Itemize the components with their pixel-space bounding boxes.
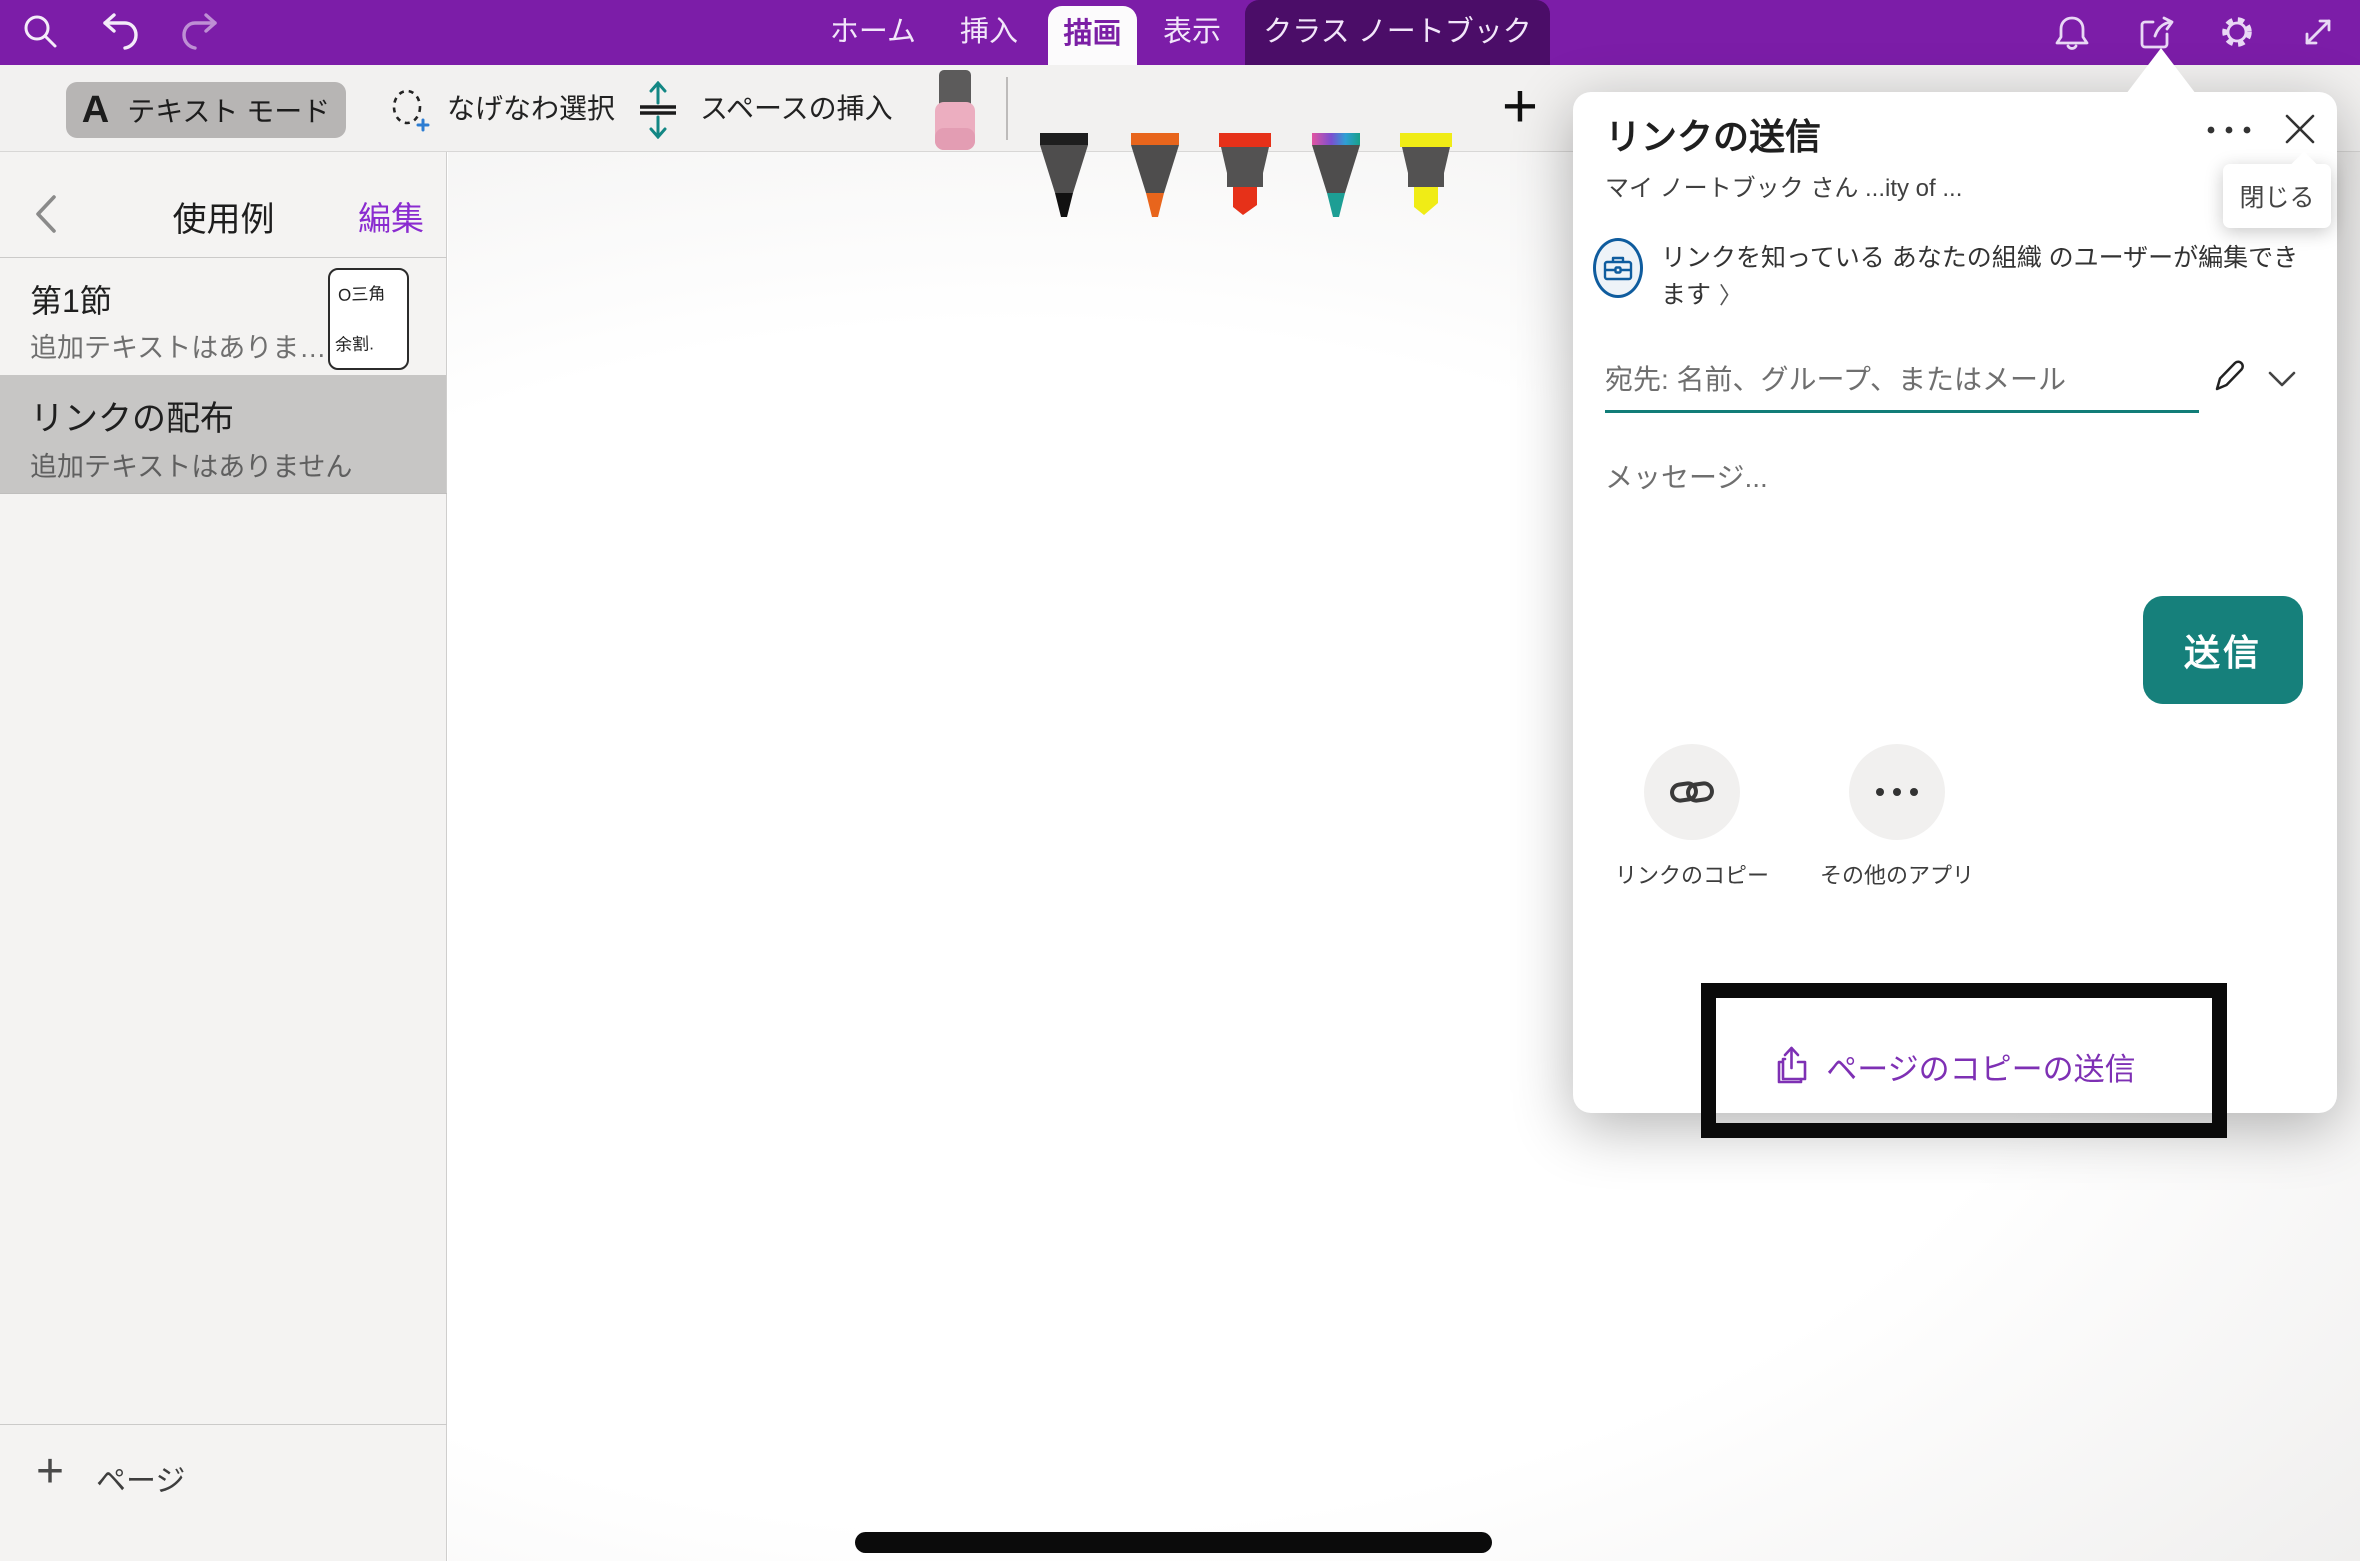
more-apps-button[interactable] bbox=[1849, 744, 1945, 840]
add-page-label: ページ bbox=[96, 1456, 185, 1500]
pencil-edit-icon[interactable] bbox=[2209, 356, 2247, 396]
undo-icon[interactable] bbox=[98, 10, 142, 54]
text-mode-button[interactable]: A テキスト モード bbox=[66, 82, 346, 138]
tab-home[interactable]: ホーム bbox=[820, 0, 926, 65]
add-pen-button[interactable]: + bbox=[1490, 79, 1550, 139]
permission-text: リンクを知っている あなたの組織 のユーザーが編集できます bbox=[1661, 244, 2298, 309]
thumbnail-handwriting: 余割. bbox=[335, 329, 375, 355]
page-title: リンクの配布 bbox=[30, 391, 234, 440]
chevron-right-icon: 〉 bbox=[1719, 282, 1742, 308]
red-marker-icon[interactable] bbox=[1217, 133, 1273, 217]
send-button[interactable]: 送信 bbox=[2143, 596, 2303, 704]
orange-pen-icon[interactable] bbox=[1127, 133, 1183, 217]
link-permission-setting[interactable]: リンクを知っている あなたの組織 のユーザーが編集できます〉 bbox=[1661, 240, 2313, 314]
galaxy-pen-icon[interactable] bbox=[1308, 133, 1364, 217]
eraser-tool-icon[interactable] bbox=[926, 69, 982, 153]
page-list-sidebar: 使用例 編集 第1節 追加テキストはありま… O三角 余割. リンクの配布 追加… bbox=[0, 152, 447, 1561]
insert-space-label[interactable]: スペースの挿入 bbox=[700, 65, 893, 152]
link-icon bbox=[1669, 774, 1715, 810]
add-page-button[interactable]: + ページ bbox=[0, 1442, 447, 1512]
black-pen-icon[interactable] bbox=[1036, 133, 1092, 217]
message-input[interactable] bbox=[1605, 456, 2125, 500]
more-apps-label: その他のアプリ bbox=[1797, 858, 1997, 890]
divider bbox=[0, 1424, 447, 1425]
page-title: 第1節 bbox=[30, 276, 112, 322]
home-indicator-bar[interactable] bbox=[855, 1532, 1492, 1553]
edit-pages-button[interactable]: 編集 bbox=[358, 192, 424, 240]
fullscreen-expand-icon[interactable] bbox=[2298, 10, 2338, 54]
page-subtitle: 追加テキストはありま… bbox=[30, 326, 326, 365]
page-subtitle: 追加テキストはありません bbox=[30, 445, 352, 484]
send-page-copy-label: ページのコピーの送信 bbox=[1826, 1044, 2135, 1089]
chevron-down-icon[interactable] bbox=[2267, 370, 2297, 388]
thumbnail-handwriting: O三角 bbox=[338, 279, 386, 306]
dialog-callout-arrow bbox=[2126, 48, 2196, 94]
divider bbox=[0, 493, 447, 494]
yellow-highlighter-icon[interactable] bbox=[1398, 133, 1454, 217]
tooltip-label: 閉じる bbox=[2239, 178, 2314, 214]
send-link-dialog: リンクの送信 マイ ノートブック さん ...ity of ... bbox=[1573, 92, 2337, 1113]
top-app-bar: ホーム 挿入 描画 表示 クラス ノートブック bbox=[0, 0, 2360, 65]
lasso-select-label[interactable]: なげなわ選択 bbox=[447, 65, 615, 152]
tab-view[interactable]: 表示 bbox=[1154, 0, 1230, 65]
notebook-subtitle: マイ ノートブック さん ...ity of ... bbox=[1605, 168, 1962, 203]
close-tooltip: 閉じる bbox=[2223, 164, 2331, 228]
page-thumbnail[interactable]: O三角 余割. bbox=[328, 268, 409, 370]
insert-space-icon[interactable] bbox=[632, 81, 684, 139]
lasso-select-icon[interactable] bbox=[385, 87, 433, 135]
close-icon[interactable] bbox=[2281, 110, 2319, 148]
redo-icon[interactable] bbox=[178, 10, 222, 54]
text-mode-label: テキスト モード bbox=[127, 90, 330, 130]
plus-icon: + bbox=[36, 1444, 64, 1499]
page-list-item-selected[interactable]: リンクの配布 追加テキストはありません bbox=[0, 375, 446, 493]
text-mode-a-icon: A bbox=[82, 89, 109, 132]
more-options-icon[interactable] bbox=[2205, 124, 2253, 136]
onenote-app: ホーム 挿入 描画 表示 クラス ノートブック bbox=[0, 0, 2360, 1561]
input-underline bbox=[1605, 410, 2199, 413]
share-page-icon bbox=[1774, 1046, 1810, 1086]
copy-link-label: リンクのコピー bbox=[1592, 858, 1792, 890]
search-icon[interactable] bbox=[18, 10, 62, 54]
notifications-bell-icon[interactable] bbox=[2052, 10, 2092, 54]
ellipsis-icon bbox=[1875, 787, 1919, 797]
copy-link-button[interactable] bbox=[1644, 744, 1740, 840]
tab-class-notebook[interactable]: クラス ノートブック bbox=[1245, 0, 1550, 65]
dialog-title: リンクの送信 bbox=[1605, 108, 1821, 160]
tab-insert[interactable]: 挿入 bbox=[951, 0, 1027, 65]
recipient-input[interactable] bbox=[1605, 358, 2165, 402]
toolbar-divider bbox=[1006, 77, 1008, 140]
permission-briefcase-icon[interactable] bbox=[1593, 238, 1643, 298]
send-page-copy-button[interactable]: ページのコピーの送信 bbox=[1573, 1030, 2337, 1102]
tab-draw[interactable]: 描画 bbox=[1048, 6, 1137, 65]
settings-gear-icon[interactable] bbox=[2217, 10, 2257, 54]
